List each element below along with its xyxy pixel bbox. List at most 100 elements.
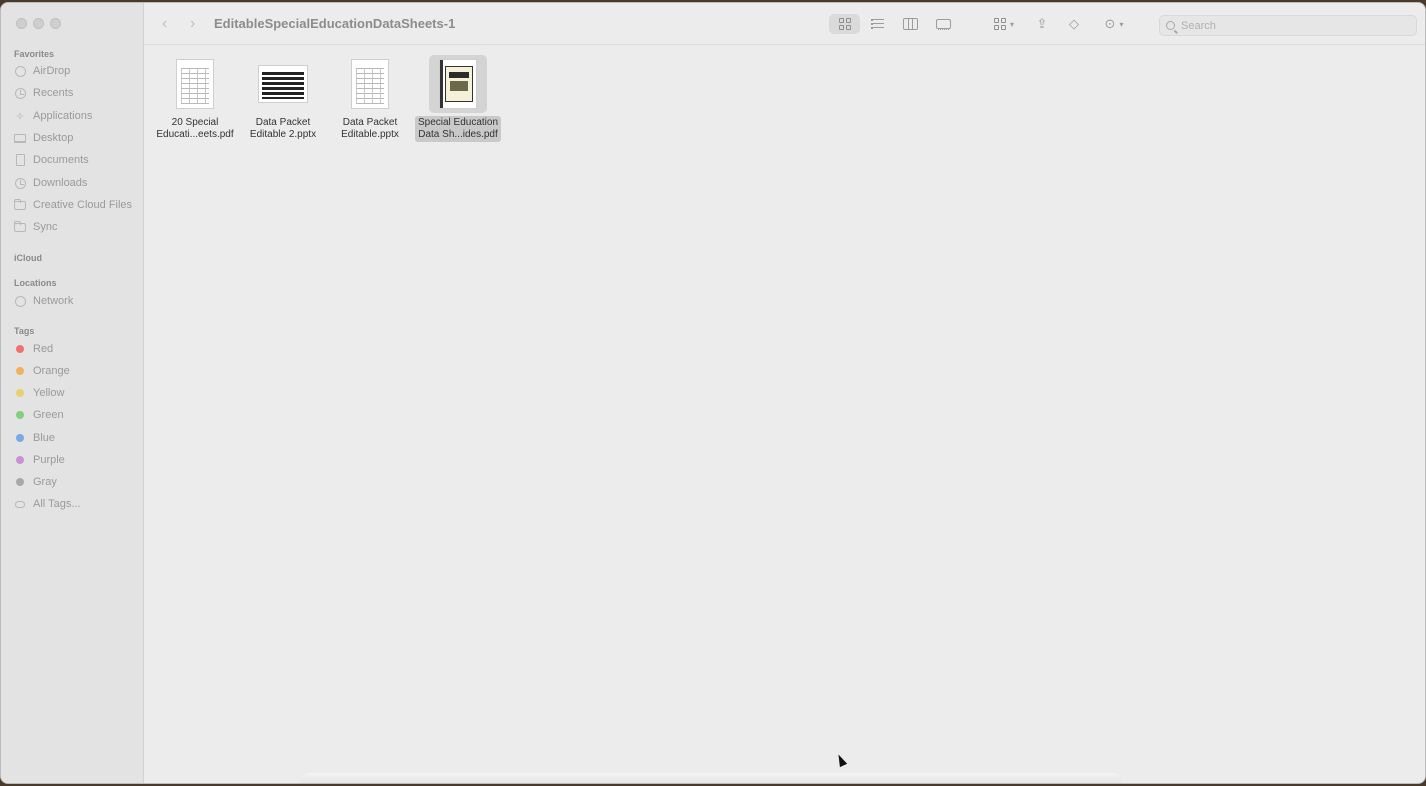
sidebar-tag-gray[interactable]: Gray [14, 473, 57, 491]
file-name: Special Education Data Sh...ides.pdf [414, 116, 502, 142]
sidebar-item-network[interactable]: Network [14, 292, 73, 310]
all-tags-icon [15, 500, 25, 508]
file-thumbnail [166, 55, 224, 113]
file-thumbnail [429, 55, 487, 113]
columns-icon [902, 18, 918, 30]
sidebar-item-label: Creative Cloud Files [33, 199, 133, 211]
sidebar-item-label: All Tags... [33, 498, 81, 510]
sidebar-item-airdrop[interactable]: AirDrop [14, 62, 70, 80]
forward-button[interactable]: › [190, 15, 195, 33]
tag-color-dot [16, 345, 24, 353]
tag-color-dot [16, 367, 24, 375]
ellipsis-circle-icon: ⊙ [1104, 16, 1116, 31]
tag-color-dot [16, 456, 24, 464]
pptx-document-icon [351, 59, 389, 109]
sidebar-item-creative-cloud-files[interactable]: Creative Cloud Files [14, 196, 132, 214]
sidebar-item-label: Orange [33, 365, 70, 377]
sidebar-item-label: Documents [33, 154, 89, 166]
folder-icon [14, 220, 26, 233]
sidebar-item-label: Gray [33, 476, 57, 488]
file-thumbnail [254, 55, 312, 113]
toolbar: ‹ › EditableSpecialEducationDataSheets-1… [144, 3, 1425, 45]
sidebar-item-label: AirDrop [33, 65, 71, 77]
file-name: Data Packet Editable 2.pptx [247, 116, 319, 142]
file-name-line: Special Education [417, 117, 499, 128]
tags-button[interactable]: ◇ [1064, 14, 1084, 34]
sidebar-tag-all-tags[interactable]: All Tags... [14, 495, 81, 513]
sidebar-tag-orange[interactable]: Orange [14, 362, 70, 380]
sidebar-item-label: Purple [33, 454, 65, 466]
sidebar-item-recents[interactable]: Recents [14, 84, 73, 102]
sidebar-item-label: Desktop [33, 132, 74, 144]
pdf-document-icon [176, 59, 214, 109]
sidebar-item-label: Applications [33, 110, 93, 122]
file-item[interactable]: Data Packet Editable.pptx [326, 55, 414, 142]
sidebar-tag-yellow[interactable]: Yellow [14, 384, 64, 402]
sidebar-item-desktop[interactable]: Desktop [14, 129, 73, 147]
pptx-document-icon [258, 65, 308, 103]
sidebar-item-label: Recents [33, 87, 74, 99]
sidebar-item-downloads[interactable]: Downloads [14, 174, 87, 192]
sidebar-tag-green[interactable]: Green [14, 406, 64, 424]
sidebar-item-label: Green [33, 409, 64, 421]
group-icon [993, 18, 1006, 30]
file-item-selected[interactable]: Special Education Data Sh...ides.pdf [414, 55, 502, 142]
sidebar-item-label: Red [33, 343, 54, 355]
minimize-window-button[interactable] [33, 18, 44, 29]
file-name-line: Data Sh...ides.pdf [418, 129, 498, 140]
search-field[interactable] [1159, 15, 1417, 36]
sidebar-section-favorites: Favorites [14, 49, 55, 59]
sidebar-item-label: Sync [33, 221, 58, 233]
tag-icon: ◇ [1069, 16, 1079, 31]
folder-icon [14, 198, 26, 211]
more-actions-button[interactable]: ⊙ ▾ [1097, 14, 1131, 34]
search-icon [1166, 21, 1175, 30]
share-button[interactable]: ⇪ [1032, 14, 1052, 34]
list-view-button[interactable] [866, 14, 888, 34]
search-input[interactable] [1181, 19, 1401, 32]
file-name-line: Editable 2.pptx [249, 129, 317, 140]
icon-view-button[interactable] [829, 14, 860, 34]
gallery-icon [935, 19, 951, 30]
sidebar-section-tags: Tags [14, 326, 35, 336]
file-browser: 20 Special Educati...eets.pdf Data Packe… [144, 45, 1425, 783]
share-icon: ⇪ [1036, 16, 1048, 31]
sidebar: Favorites AirDrop Recents ✧ Applications… [1, 3, 144, 783]
sidebar-tag-red[interactable]: Red [14, 340, 53, 358]
sidebar-section-icloud[interactable]: iCloud [14, 253, 42, 263]
sidebar-tag-purple[interactable]: Purple [14, 451, 65, 469]
file-item[interactable]: 20 Special Educati...eets.pdf [151, 55, 239, 142]
dock-edge [301, 773, 1121, 783]
file-name: 20 Special Educati...eets.pdf [153, 116, 236, 142]
desktop-icon [14, 132, 26, 144]
column-view-button[interactable] [899, 14, 921, 34]
gallery-view-button[interactable] [932, 14, 954, 34]
pdf-document-icon [439, 59, 477, 109]
file-thumbnail [341, 55, 399, 113]
sidebar-item-label: Downloads [33, 177, 88, 189]
sidebar-tag-blue[interactable]: Blue [14, 429, 55, 447]
window-controls [16, 18, 61, 29]
sidebar-item-documents[interactable]: Documents [14, 151, 89, 169]
sidebar-item-label: Network [33, 295, 74, 307]
airdrop-icon [14, 65, 26, 77]
clock-icon [14, 87, 26, 99]
sidebar-item-label: Blue [33, 432, 56, 444]
document-icon [14, 154, 26, 166]
chevron-down-icon: ▾ [1009, 19, 1014, 29]
file-item[interactable]: Data Packet Editable 2.pptx [239, 55, 327, 142]
file-name-line: Educati...eets.pdf [156, 129, 234, 140]
group-by-button[interactable]: ▾ [987, 14, 1021, 34]
file-name-line: Data Packet [255, 117, 311, 128]
back-button[interactable]: ‹ [162, 15, 167, 33]
chevron-down-icon: ▾ [1119, 19, 1124, 29]
finder-window: Favorites AirDrop Recents ✧ Applications… [0, 2, 1426, 784]
globe-icon [14, 295, 26, 307]
zoom-window-button[interactable] [50, 18, 61, 29]
close-window-button[interactable] [16, 18, 27, 29]
sidebar-item-applications[interactable]: ✧ Applications [14, 107, 92, 125]
file-name: Data Packet Editable.pptx [338, 116, 402, 142]
list-icon [870, 19, 884, 29]
sidebar-item-sync[interactable]: Sync [14, 218, 57, 236]
sidebar-section-locations: Locations [14, 278, 57, 288]
